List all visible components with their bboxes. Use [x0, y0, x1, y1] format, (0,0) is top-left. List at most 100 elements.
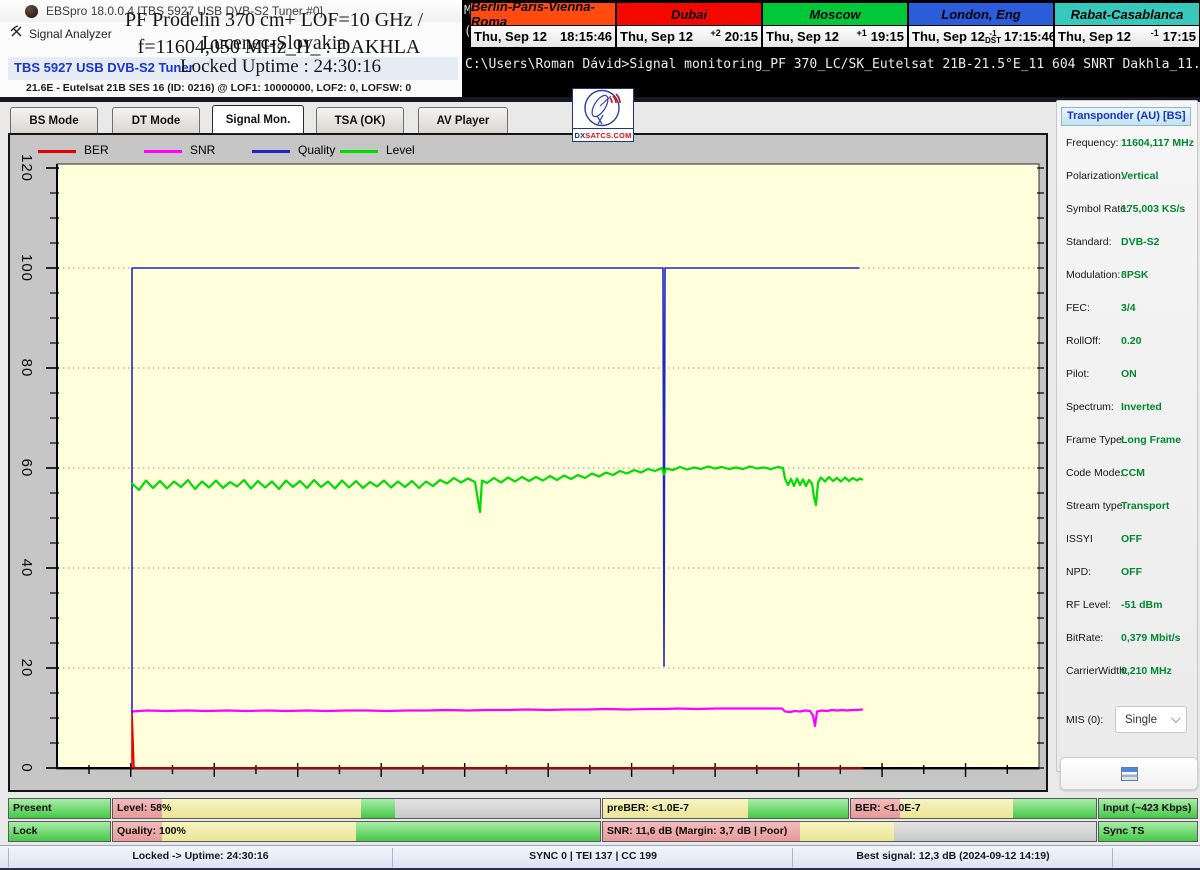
mis-label: MIS (0):: [1066, 714, 1103, 726]
y-axis-tick-label: 0: [18, 763, 35, 772]
transponder-row: ISSYIOFF: [1057, 533, 1199, 553]
clock-utc-offset: +2: [710, 28, 720, 38]
ebspro-app-icon: [25, 5, 38, 18]
field-value: -51 dBm: [1121, 599, 1162, 611]
sync-ts-bar: Sync TS: [1098, 821, 1198, 842]
bar-label: preBER: <1.0E-7: [607, 799, 689, 817]
bar-label: Quality: 100%: [117, 822, 186, 840]
transponder-row: FEC:3/4: [1057, 302, 1199, 322]
clock-time: 17:15:46: [1004, 29, 1056, 44]
locked-uptime-title: Locked Uptime : 24:30:16: [180, 56, 381, 78]
clock-london: London, Eng Thu, Sep 12 -1 DST 17:15:46: [907, 3, 1053, 48]
clock-time-row: Thu, Sep 12 -1 DST 17:15:46: [909, 26, 1053, 47]
clock-city-label: Rabat-Casablanca: [1055, 3, 1199, 26]
clock-time-row: Thu, Sep 12 -1 17:15: [1055, 26, 1199, 47]
field-label: FEC:: [1066, 302, 1090, 314]
field-value: 8PSK: [1121, 269, 1148, 281]
field-label: BitRate:: [1066, 632, 1103, 644]
ebspro-header-window: EBSpro 18.0.0.4 [TBS 5927 USB DVB-S2 Tun…: [0, 0, 462, 98]
field-label: Spectrum:: [1066, 401, 1114, 413]
clock-dst-offset: -1 DST: [985, 30, 1001, 44]
field-label: Frequency:: [1066, 137, 1119, 149]
field-value: Long Frame: [1121, 434, 1181, 446]
clock-date: Thu, Sep 12: [474, 29, 547, 44]
statusbar-divider: [1112, 848, 1113, 867]
field-label: NPD:: [1066, 566, 1091, 578]
field-label: Standard:: [1066, 236, 1112, 248]
y-axis-tick-label: 100: [18, 254, 35, 282]
tab-tsa[interactable]: TSA (OK): [316, 107, 404, 134]
signal-chart: [10, 135, 1046, 790]
transponder-row: CarrierWidth:0,210 MHz: [1057, 665, 1199, 685]
field-value: 0,210 MHz: [1121, 665, 1172, 677]
bar-fill-segments: [113, 799, 600, 818]
mis-row: MIS (0): Single: [1057, 706, 1199, 734]
clock-city-label: London, Eng: [909, 3, 1053, 26]
dxsatcs-logo-text: DXSATCS.COM: [573, 128, 633, 141]
y-axis-tick-label: 120: [18, 154, 35, 182]
field-value: Vertical: [1121, 170, 1158, 182]
statusbar-divider: [8, 848, 9, 867]
world-clock-bar: Berlin-Paris-Vienna-Roma Thu, Sep 12 18:…: [470, 2, 1200, 49]
clock-time-row: Thu, Sep 12 +2 20:15: [617, 26, 761, 47]
mis-dropdown[interactable]: Single: [1115, 706, 1187, 733]
statusbar-best-signal: Best signal: 12,3 dB (2024-09-12 14:19): [793, 850, 1113, 862]
transponder-row: BitRate:0,379 Mbit/s: [1057, 632, 1199, 652]
field-value: DVB-S2: [1121, 236, 1160, 248]
clock-dst-note: DST: [985, 37, 1001, 44]
stream-list-button[interactable]: [1060, 757, 1198, 790]
statusbar-uptime: Locked -> Uptime: 24:30:16: [8, 850, 393, 862]
clock-berlin: Berlin-Paris-Vienna-Roma Thu, Sep 12 18:…: [471, 3, 615, 48]
snr-bar: SNR: 11,6 dB (Margin: 3,7 dB | Poor): [602, 821, 1097, 842]
clock-utc-offset: -1: [1151, 28, 1159, 38]
transponder-row: Pilot: ON: [1057, 368, 1199, 388]
transponder-panel-title: Transponder (AU) [BS]: [1061, 107, 1191, 126]
clock-date: Thu, Sep 12: [1058, 29, 1131, 44]
field-label: Pilot:: [1066, 368, 1089, 380]
clock-time-row: Thu, Sep 12 +1 19:15: [763, 26, 907, 47]
field-value: 175,003 KS/s: [1121, 203, 1185, 215]
field-label: CarrierWidth:: [1066, 665, 1128, 677]
logo-text-dx: DX: [574, 131, 585, 140]
satellite-info-line: 21.6E - Eutelsat 21B SES 16 (ID: 0216) @…: [26, 82, 456, 94]
y-axis-tick-label: 40: [18, 559, 35, 578]
field-value: ON: [1121, 368, 1137, 380]
transponder-row: Spectrum: Inverted: [1057, 401, 1199, 421]
y-axis-tick-label: 20: [18, 659, 35, 678]
clock-utc-offset: +1: [856, 28, 866, 38]
clock-time: 20:15: [725, 29, 758, 44]
field-value: OFF: [1121, 566, 1142, 578]
level-bar: Level: 58%: [112, 798, 601, 819]
input-rate-bar: Input (~423 Kbps): [1098, 798, 1198, 819]
transponder-row: Standard: DVB-S2: [1057, 236, 1199, 256]
clock-dubai: Dubai Thu, Sep 12 +2 20:15: [615, 3, 761, 48]
tab-bs-mode[interactable]: BS Mode: [10, 107, 98, 134]
bar-label: Lock: [13, 822, 38, 840]
logo-text-satcs: SATCS.COM: [585, 131, 631, 140]
clock-date: Thu, Sep 12: [620, 29, 693, 44]
field-label: Polarization:: [1066, 170, 1124, 182]
bar-label: Level: 58%: [117, 799, 171, 817]
lock-indicator-bar: Lock: [8, 821, 111, 842]
bar-label: SNR: 11,6 dB (Margin: 3,7 dB | Poor): [607, 822, 787, 840]
field-label: Symbol Rate:: [1066, 203, 1129, 215]
clock-time: 19:15: [871, 29, 904, 44]
field-value: 11604,117 MHz: [1121, 137, 1194, 149]
tuner-name: TBS 5927 USB DVB-S2 Tuner: [14, 60, 194, 75]
statusbar-divider: [792, 848, 793, 867]
tab-dt-mode[interactable]: DT Mode: [112, 107, 200, 134]
bar-label: BER: <1.0E-7: [855, 799, 921, 817]
transponder-row: Polarization:Vertical: [1057, 170, 1199, 190]
clock-city-label: Dubai: [617, 3, 761, 26]
tab-signal-mon[interactable]: Signal Mon.: [212, 105, 304, 134]
ebspro-app: EBSpro 18.0.0.4 [TBS 5927 USB DVB-S2 Tun…: [0, 0, 1200, 870]
tab-av-player[interactable]: AV Player: [418, 107, 508, 134]
transponder-row: Stream type:Transport: [1057, 500, 1199, 520]
statusbar-divider: [392, 848, 393, 867]
field-value: Inverted: [1121, 401, 1162, 413]
transponder-row: Symbol Rate:175,003 KS/s: [1057, 203, 1199, 223]
clock-date: Thu, Sep 12: [912, 29, 985, 44]
satellite-dish-logo-art: [573, 89, 631, 128]
present-indicator-bar: Present: [8, 798, 111, 819]
clock-city-label: Moscow: [763, 3, 907, 26]
